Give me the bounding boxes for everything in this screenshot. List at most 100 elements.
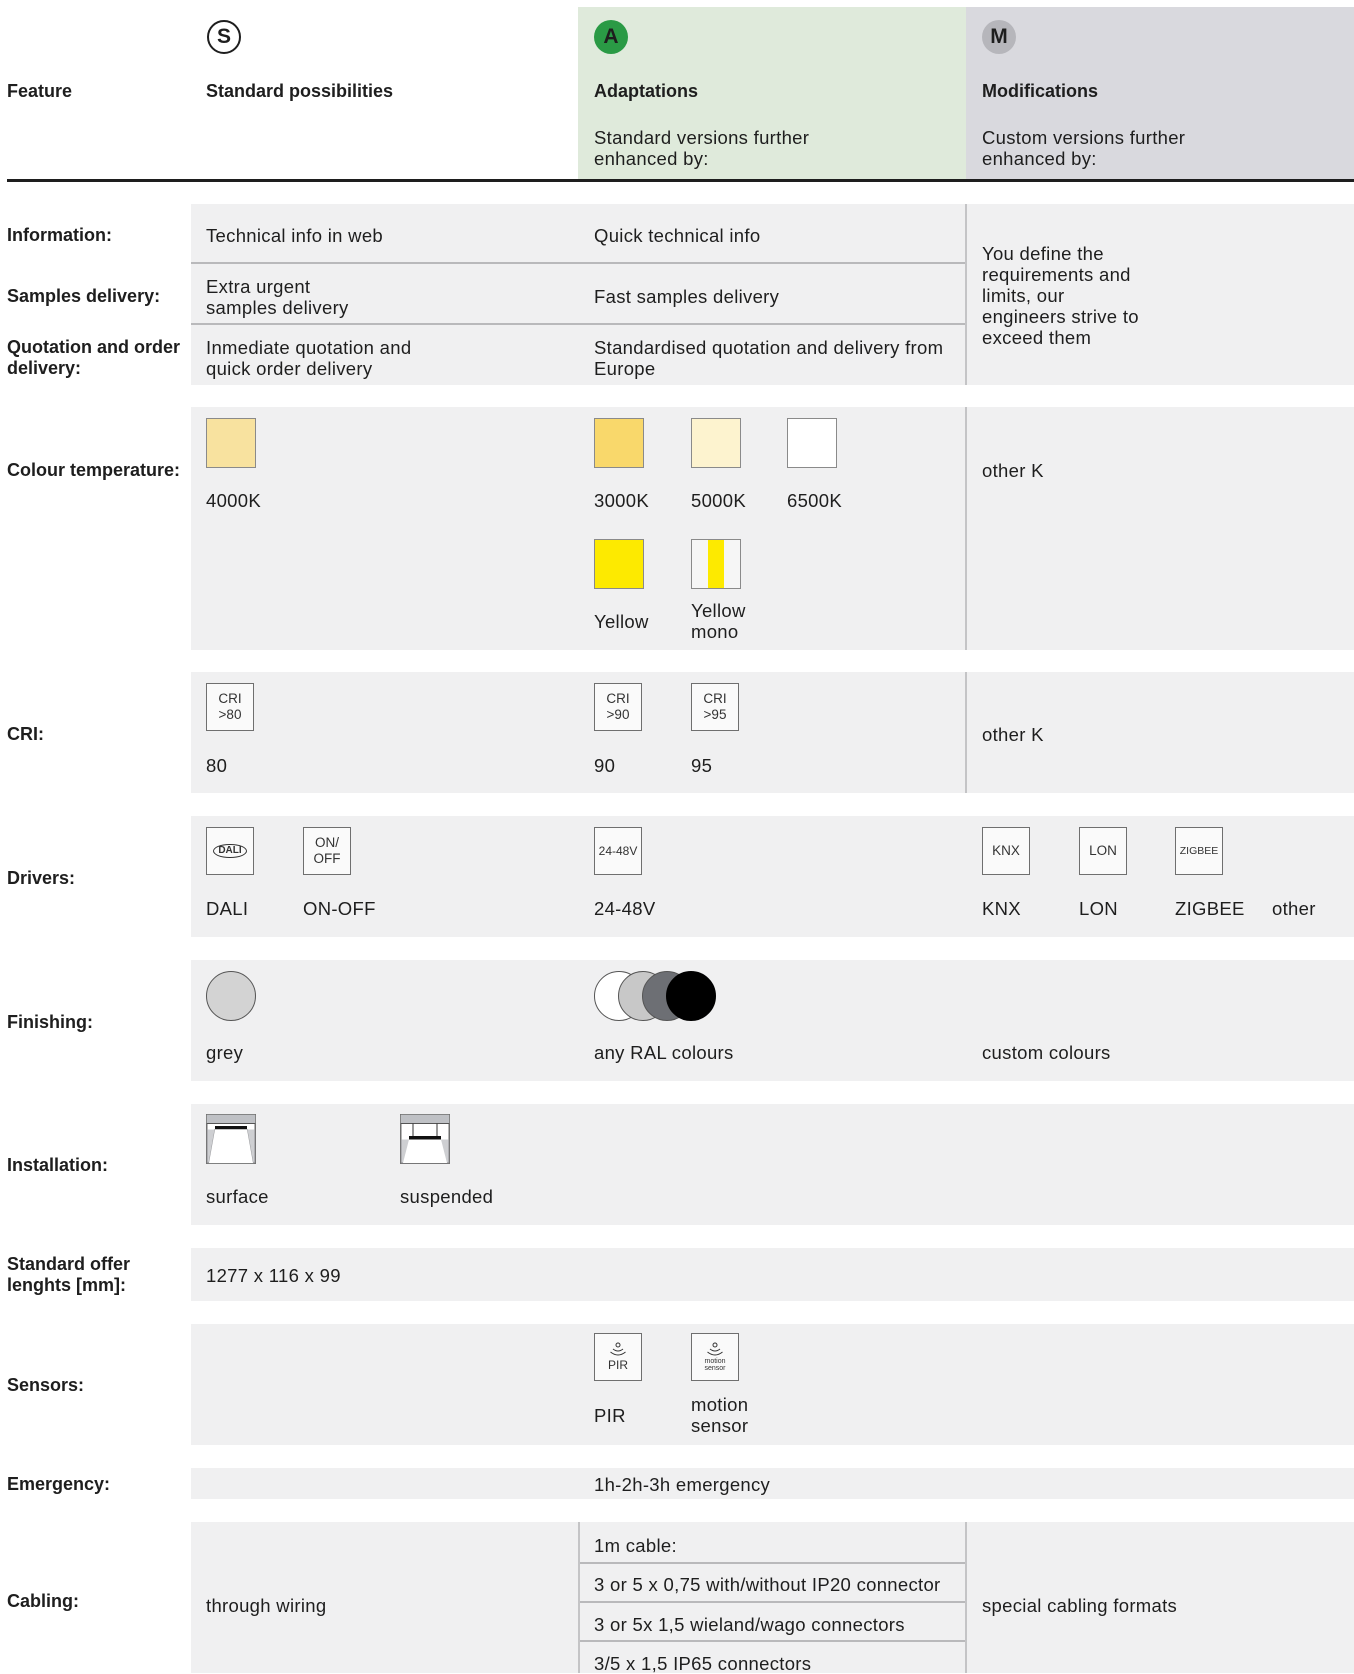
standard-badge-icon: S xyxy=(207,20,241,54)
info-divider-2 xyxy=(191,323,965,325)
swatch-3000k xyxy=(594,418,644,468)
cabling-adapt-1: 1m cable: xyxy=(594,1535,677,1556)
onoff-icon: ON/ OFF xyxy=(303,827,351,875)
header-divider xyxy=(7,179,1354,182)
cri-divider-v xyxy=(965,672,967,793)
cri-95: 95 xyxy=(691,755,713,776)
samples-adapt: Fast samples delivery xyxy=(594,286,780,307)
adaptations-subheader: Standard versions further enhanced by: xyxy=(594,127,810,169)
sensors-block-bg xyxy=(191,1324,1354,1445)
label-yellow-mono: Yellow mono xyxy=(691,600,746,642)
colour-mod: other K xyxy=(982,460,1044,481)
cabling-divider-3 xyxy=(580,1640,965,1642)
label-5000k: 5000K xyxy=(691,490,746,511)
samples-label: Samples delivery: xyxy=(7,286,161,306)
cabling-adapt-3: 3 or 5x 1,5 wieland/wago connectors xyxy=(594,1614,905,1635)
info-divider-1 xyxy=(191,262,965,264)
cabling-divider-2 xyxy=(580,1601,965,1603)
sensor-pir: PIR xyxy=(594,1405,626,1426)
swatch-4000k xyxy=(206,418,256,468)
cri95-icon: CRI >95 xyxy=(691,683,739,731)
label-6500k: 6500K xyxy=(787,490,842,511)
driver-24-48v: 24-48V xyxy=(594,898,656,919)
swatch-yellow-mono xyxy=(691,539,741,589)
cabling-standard: through wiring xyxy=(206,1595,327,1616)
finishing-label: Finishing: xyxy=(7,1012,93,1032)
adaptations-badge-icon: A xyxy=(594,20,628,54)
installation-label: Installation: xyxy=(7,1155,109,1175)
driver-other: other xyxy=(1272,898,1316,919)
quotation-standard: Inmediate quotation and quick order deli… xyxy=(206,337,412,379)
information-standard: Technical info in web xyxy=(206,225,384,246)
info-divider-v xyxy=(965,204,967,385)
sensor-waves-icon xyxy=(610,1342,626,1356)
emergency-adapt: 1h-2h-3h emergency xyxy=(594,1474,771,1495)
lengths-block-bg xyxy=(191,1248,1354,1301)
label-yellow: Yellow xyxy=(594,611,649,632)
zigbee-icon: ZIGBEE xyxy=(1175,827,1223,875)
cabling-divider-right xyxy=(965,1522,967,1673)
motion-sensor-icon: motion sensor xyxy=(691,1333,739,1381)
you-define-text: You define the requirements and limits, … xyxy=(982,243,1139,348)
suspended-mount-icon xyxy=(400,1114,450,1164)
driver-zigbee: ZIGBEE xyxy=(1175,898,1245,919)
emergency-block-bg xyxy=(191,1468,1354,1499)
colour-divider-v xyxy=(965,407,967,650)
lengths-label: Standard offer lenghts [mm]: xyxy=(7,1254,131,1295)
cri90-icon: CRI >90 xyxy=(594,683,642,731)
installation-suspended: suspended xyxy=(400,1186,494,1207)
modifications-header: Modifications xyxy=(982,81,1098,101)
cabling-divider-left xyxy=(578,1522,580,1673)
finishing-mod: custom colours xyxy=(982,1042,1111,1063)
v24-icon: 24-48V xyxy=(594,827,642,875)
driver-knx: KNX xyxy=(982,898,1021,919)
grey-finish-swatch xyxy=(206,971,256,1021)
drivers-label: Drivers: xyxy=(7,868,76,888)
cabling-adapt-2: 3 or 5 x 0,75 with/without IP20 connecto… xyxy=(594,1574,941,1595)
ral-black-swatch xyxy=(666,971,716,1021)
finishing-adapt: any RAL colours xyxy=(594,1042,734,1063)
sensors-label: Sensors: xyxy=(7,1375,85,1395)
finishing-standard: grey xyxy=(206,1042,244,1063)
label-4000k: 4000K xyxy=(206,490,261,511)
cabling-label: Cabling: xyxy=(7,1591,79,1611)
cri-90: 90 xyxy=(594,755,616,776)
feature-header: Feature xyxy=(7,81,73,101)
swatch-6500k xyxy=(787,418,837,468)
lengths-standard: 1277 x 116 x 99 xyxy=(206,1265,341,1286)
driver-dali: DALI xyxy=(206,898,249,919)
cri80-icon: CRI >80 xyxy=(206,683,254,731)
driver-onoff: ON-OFF xyxy=(303,898,376,919)
label-3000k: 3000K xyxy=(594,490,649,511)
emergency-label: Emergency: xyxy=(7,1474,111,1494)
modifications-subheader: Custom versions further enhanced by: xyxy=(982,127,1186,169)
adaptations-header: Adaptations xyxy=(594,81,699,101)
finishing-block-bg xyxy=(191,960,1354,1081)
dali-icon: DALI xyxy=(206,827,254,875)
driver-lon: LON xyxy=(1079,898,1118,919)
colour-temperature-label: Colour temperature: xyxy=(7,460,181,480)
colour-block-bg xyxy=(191,407,1354,650)
standard-header: Standard possibilities xyxy=(206,81,394,101)
installation-block-bg xyxy=(191,1104,1354,1225)
modifications-badge-icon: M xyxy=(982,20,1016,54)
information-adapt: Quick technical info xyxy=(594,225,761,246)
quotation-adapt: Standardised quotation and delivery from… xyxy=(594,337,944,379)
pir-icon: PIR xyxy=(594,1333,642,1381)
sensor-waves-icon xyxy=(707,1342,723,1356)
knx-icon: KNX xyxy=(982,827,1030,875)
cri-label: CRI: xyxy=(7,724,44,744)
swatch-5000k xyxy=(691,418,741,468)
cabling-mod: special cabling formats xyxy=(982,1595,1178,1616)
sensor-motion: motion sensor xyxy=(691,1394,749,1436)
cabling-block-bg xyxy=(191,1522,1354,1673)
cri-80: 80 xyxy=(206,755,228,776)
yellow-mono-stripe xyxy=(708,540,724,588)
information-label: Information: xyxy=(7,225,112,245)
cri-block-bg xyxy=(191,672,1354,793)
installation-surface: surface xyxy=(206,1186,269,1207)
cabling-divider-1 xyxy=(580,1562,965,1564)
cri-mod: other K xyxy=(982,724,1044,745)
quotation-label: Quotation and order delivery: xyxy=(7,337,180,378)
cabling-adapt-4: 3/5 x 1,5 IP65 connectors xyxy=(594,1653,812,1674)
